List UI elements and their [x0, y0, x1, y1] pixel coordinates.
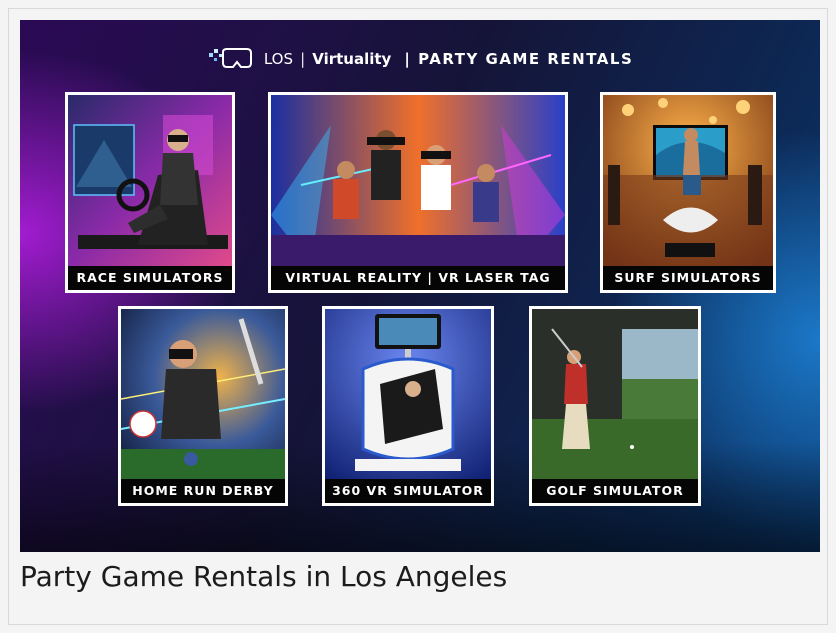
brand-tagline: | PARTY GAME RENTALS	[404, 50, 634, 68]
home-run-derby-photo	[121, 309, 285, 479]
race-simulator-photo	[68, 95, 232, 266]
card-360-vr-simulator[interactable]: 360 VR SIMULATOR	[322, 306, 494, 506]
card-label: 360 VR SIMULATOR	[325, 479, 491, 503]
brand-virtuality: Virtuality	[312, 50, 392, 68]
card-vr-laser-tag[interactable]: VIRTUAL REALITY | VR LASER TAG	[268, 92, 568, 293]
brand-los: LOS	[263, 50, 293, 68]
party-game-banner-image[interactable]: LOS | Virtuality | PARTY GAME RENTALS RA…	[20, 20, 820, 552]
360-vr-simulator-photo	[325, 309, 491, 479]
image-caption: Party Game Rentals in Los Angeles	[20, 560, 508, 593]
vr-headset-logo-icon	[208, 48, 252, 68]
card-golf-simulator[interactable]: GOLF SIMULATOR	[529, 306, 701, 506]
card-label: GOLF SIMULATOR	[532, 479, 698, 503]
card-label: HOME RUN DERBY	[121, 479, 285, 503]
brand-separator: |	[300, 50, 306, 68]
golf-simulator-photo	[532, 309, 698, 479]
vr-laser-tag-photo	[271, 95, 565, 266]
card-label: VIRTUAL REALITY | VR LASER TAG	[271, 266, 565, 290]
card-label: RACE SIMULATORS	[68, 266, 232, 290]
card-label: SURF SIMULATORS	[603, 266, 773, 290]
surf-simulator-photo	[603, 95, 773, 266]
brand-header: LOS | Virtuality | PARTY GAME RENTALS	[20, 46, 820, 72]
card-surf-simulators[interactable]: SURF SIMULATORS	[600, 92, 776, 293]
card-home-run-derby[interactable]: HOME RUN DERBY	[118, 306, 288, 506]
card-race-simulators[interactable]: RACE SIMULATORS	[65, 92, 235, 293]
